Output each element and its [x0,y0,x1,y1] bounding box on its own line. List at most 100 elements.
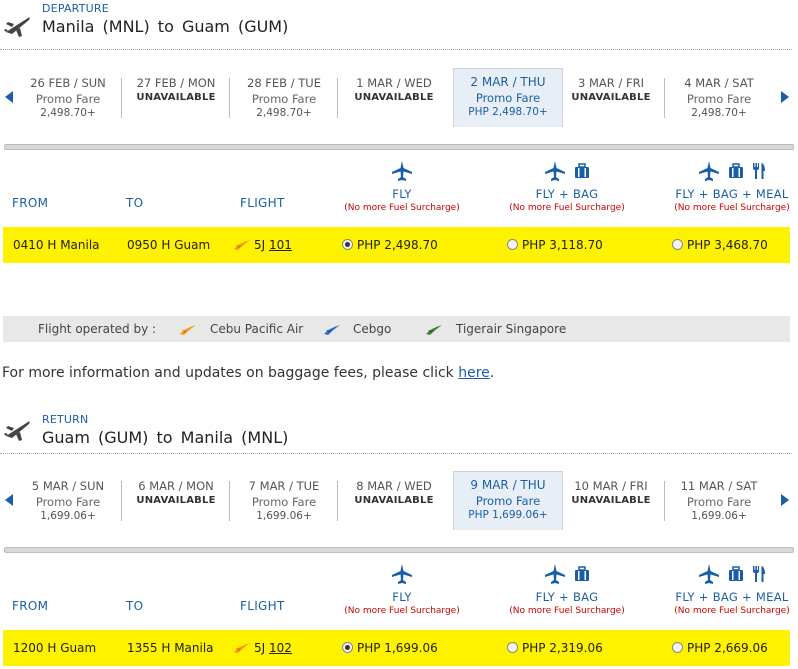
fare-fly-bag-meal: FLY + BAG + MEAL (No more Fuel Surcharge… [657,158,798,214]
divider [0,49,792,50]
flight-number[interactable]: 5J 101 [254,238,292,252]
cebu-pacific-logo-icon [234,643,250,653]
fare-status: Promo Fare [251,495,317,509]
horizontal-scrollbar[interactable] [4,144,794,150]
date-label: 1 MAR / WED [356,76,432,90]
baggage-icon [575,163,589,178]
baggage-info-text: For more information and updates on bagg… [2,365,494,381]
price-fly-bag-meal: PHP 2,669.06 [687,641,768,655]
flight-row: 0410 H Manila 0950 H Guam 5J 101 PHP 2,4… [3,227,790,263]
plane-icon [699,564,719,584]
fare-status: UNAVAILABLE [136,495,216,506]
date-option[interactable]: 26 FEB / SUN Promo Fare 2,498.70+ [14,70,122,126]
fare-status: UNAVAILABLE [571,92,651,103]
date-label: 26 FEB / SUN [30,76,106,90]
date-option[interactable]: 27 FEB / MON UNAVAILABLE [122,70,230,126]
date-option[interactable]: 7 MAR / TUE Promo Fare 1,699.06+ [230,473,338,529]
fare-price: 2,498.70+ [691,107,747,119]
date-option[interactable]: 28 FEB / TUE Promo Fare 2,498.70+ [230,70,338,126]
divider [337,481,338,521]
departure-date-strip: 26 FEB / SUN Promo Fare 2,498.70+ 27 FEB… [0,64,798,132]
fare-radio-fly-bag[interactable] [507,642,518,653]
departure-route: Manila (MNL) to Guam (GUM) [42,17,289,36]
plane-icon [392,161,412,181]
horizontal-scrollbar[interactable] [4,547,794,553]
date-option[interactable]: 3 MAR / FRI UNAVAILABLE [557,70,665,126]
airline-name: Tigerair Singapore [456,322,567,336]
date-option-selected[interactable]: 9 MAR / THU Promo Fare PHP 1,699.06+ [453,471,563,530]
fare-radio-fly-bag-meal[interactable] [672,642,683,653]
date-label: 27 FEB / MON [136,76,216,90]
fare-name: FLY [392,590,412,604]
flight-column-header: FLIGHT [240,599,285,613]
flight-number-link[interactable]: 101 [269,238,292,252]
date-option[interactable]: 1 MAR / WED UNAVAILABLE [340,70,448,126]
fare-price: 1,699.06+ [691,510,747,522]
baggage-fees-link[interactable]: here [458,365,490,381]
fare-name: FLY + BAG [535,187,599,201]
plane-icon [545,564,565,584]
flight-number-link[interactable]: 102 [269,641,292,655]
date-label: 5 MAR / SUN [31,479,105,493]
operated-by-label: Flight operated by : [38,322,157,336]
return-label: RETURN [42,413,89,426]
date-option[interactable]: 5 MAR / SUN Promo Fare 1,699.06+ [14,473,122,529]
fuel-surcharge-note: (No more Fuel Surcharge) [509,203,625,213]
fare-name: FLY + BAG + MEAL [675,590,789,604]
flight-number[interactable]: 5J 102 [254,641,292,655]
fare-radio-fly-bag-meal[interactable] [672,239,683,250]
fare-status: UNAVAILABLE [136,92,216,103]
fare-status: Promo Fare [35,495,101,509]
baggage-icon [729,566,743,581]
plane-icon [4,17,30,37]
baggage-info-suffix: . [489,365,495,381]
meal-icon [753,566,765,582]
baggage-icon [575,566,589,581]
date-label: 9 MAR / THU [470,478,546,492]
date-option[interactable]: 11 MAR / SAT Promo Fare 1,699.06+ [665,473,773,529]
date-label: 2 MAR / THU [470,75,546,89]
date-option-selected[interactable]: 2 MAR / THU Promo Fare PHP 2,498.70+ [453,68,563,127]
fuel-surcharge-note: (No more Fuel Surcharge) [344,203,460,213]
airline-name: Cebgo [353,322,392,336]
baggage-icon [729,163,743,178]
price-fly-bag-meal: PHP 3,468.70 [687,238,768,252]
flight-row: 1200 H Guam 1355 H Manila 5J 102 PHP 1,6… [3,630,790,666]
to-column-header: TO [126,599,144,613]
fare-fly-bag: FLY + BAG (No more Fuel Surcharge) [492,158,642,214]
fare-name: FLY [392,187,412,201]
departure-fare-header: FROM TO FLIGHT FLY (No more Fuel Surchar… [0,158,798,238]
plane-icon [545,161,565,181]
fare-fly-bag-meal: FLY + BAG + MEAL (No more Fuel Surcharge… [657,561,798,617]
return-route: Guam (GUM) to Manila (MNL) [42,428,289,447]
from-column-header: FROM [12,196,49,210]
operated-by-bar: Flight operated by : Cebu Pacific Air Ce… [3,316,790,342]
fare-radio-fly-bag[interactable] [507,239,518,250]
fare-fly-bag: FLY + BAG (No more Fuel Surcharge) [492,561,642,617]
tigerair-logo-icon [426,325,442,335]
meal-icon [753,163,765,179]
date-option[interactable]: 8 MAR / WED UNAVAILABLE [340,473,448,529]
date-option[interactable]: 10 MAR / FRI UNAVAILABLE [557,473,665,529]
date-option[interactable]: 4 MAR / SAT Promo Fare 2,498.70+ [665,70,773,126]
fuel-surcharge-note: (No more Fuel Surcharge) [674,203,790,213]
divider [337,78,338,118]
flight-column-header: FLIGHT [240,196,285,210]
fare-radio-fly[interactable] [342,642,353,653]
next-dates-arrow-icon[interactable] [778,492,792,508]
fuel-surcharge-note: (No more Fuel Surcharge) [344,606,460,616]
date-label: 7 MAR / TUE [248,479,320,493]
next-dates-arrow-icon[interactable] [778,89,792,105]
to-column-header: TO [126,196,144,210]
departure-time: 0410 H Manila [13,238,100,252]
departure-header: DEPARTURE Manila (MNL) to Guam (GUM) [0,0,798,40]
return-header: RETURN Guam (GUM) to Manila (MNL) [0,404,798,447]
plane-icon [392,564,412,584]
fare-price: 2,498.70+ [256,107,312,119]
fare-radio-fly[interactable] [342,239,353,250]
date-option[interactable]: 6 MAR / MON UNAVAILABLE [122,473,230,529]
date-label: 3 MAR / FRI [578,76,644,90]
fare-status: UNAVAILABLE [354,495,434,506]
fare-status: Promo Fare [686,92,752,106]
date-label: 8 MAR / WED [356,479,432,493]
